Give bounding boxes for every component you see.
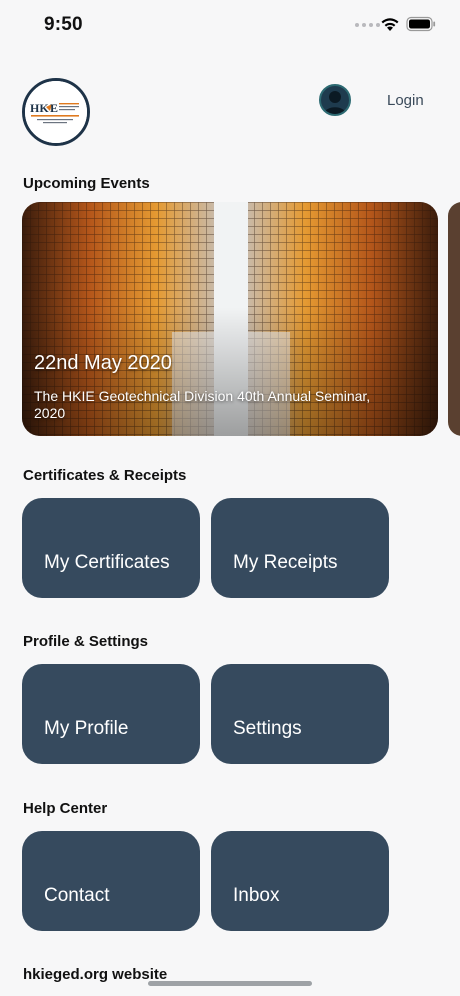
my-receipts-button[interactable]: My Receipts [211,498,389,598]
signal-dots-icon [355,23,380,27]
my-profile-button[interactable]: My Profile [22,664,200,764]
my-profile-label: My Profile [44,718,129,739]
settings-button[interactable]: Settings [211,664,389,764]
section-title-help: Help Center [23,800,108,817]
section-title-profile: Profile & Settings [23,633,149,650]
inbox-button[interactable]: Inbox [211,831,389,931]
person-icon [324,91,346,114]
event-date: 22nd May 2020 [34,352,172,374]
inbox-label: Inbox [233,885,280,906]
status-bar: 9:50 [0,0,460,52]
svg-text:E: E [50,101,58,115]
contact-label: Contact [44,885,110,906]
home-indicator[interactable] [148,981,312,986]
section-title-upcoming-events: Upcoming Events [23,175,150,192]
next-event-card[interactable] [448,202,460,436]
hkie-logo: HK E [22,78,90,146]
section-title-website[interactable]: hkieged.org website [23,966,167,983]
section-title-certificates: Certificates & Receipts [23,467,187,484]
wifi-icon [381,18,399,31]
login-button[interactable]: Login [387,92,424,109]
my-certificates-label: My Certificates [44,552,170,573]
contact-button[interactable]: Contact [22,831,200,931]
user-avatar-icon[interactable] [319,84,351,116]
event-title: The HKIE Geotechnical Division 40th Annu… [34,388,371,421]
battery-icon [406,16,436,32]
hkie-logo-graphic: HK E [25,81,87,143]
svg-text:HK: HK [30,101,49,115]
my-receipts-label: My Receipts [233,552,338,573]
status-time: 9:50 [44,14,83,35]
event-card[interactable]: 22nd May 2020 The HKIE Geotechnical Divi… [22,202,438,436]
settings-label: Settings [233,718,302,739]
my-certificates-button[interactable]: My Certificates [22,498,200,598]
